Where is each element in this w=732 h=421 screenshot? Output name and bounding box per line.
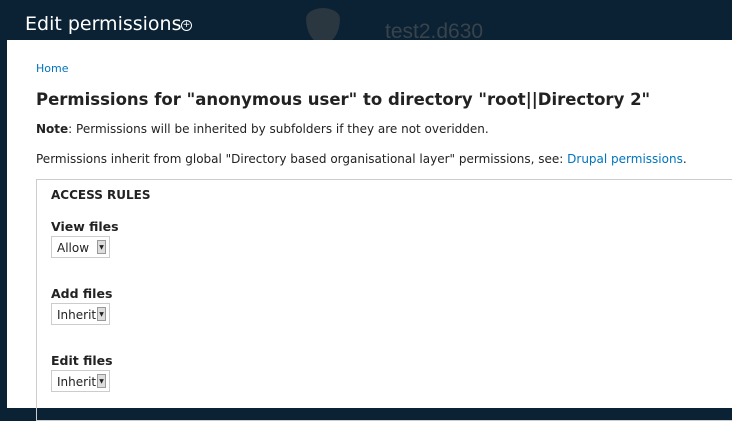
inherit-end: . — [682, 152, 687, 166]
chevron-down-icon: ▼ — [97, 307, 106, 321]
view-files-select[interactable]: Allow ▼ — [51, 236, 110, 258]
note: Note: Permissions will be inherited by s… — [36, 122, 489, 136]
add-files-select[interactable]: Inherit ▼ — [51, 303, 110, 325]
overlay-content: Home Permissions for "anonymous user" to… — [7, 40, 732, 421]
note-text: : Permissions will be inherited by subfo… — [68, 122, 489, 136]
note-label: Note — [36, 122, 69, 136]
view-files-label: View files — [51, 219, 119, 234]
access-rules-legend: ACCESS RULES — [51, 188, 151, 202]
inherit-info: Permissions inherit from global "Directo… — [36, 152, 687, 166]
drupal-logo-icon — [306, 8, 340, 44]
inherit-text: Permissions inherit from global "Directo… — [36, 152, 568, 166]
add-files-value: Inherit — [57, 308, 97, 322]
view-files-value: Allow — [57, 241, 90, 255]
edit-files-label: Edit files — [51, 353, 113, 368]
access-rules-fieldset: ACCESS RULES View files Allow ▼ Add files… — [36, 179, 732, 421]
edit-files-value: Inherit — [57, 375, 97, 389]
breadcrumb-home[interactable]: Home — [36, 62, 68, 75]
chevron-down-icon: ▼ — [97, 374, 106, 388]
add-files-label: Add files — [51, 286, 113, 301]
edit-files-select[interactable]: Inherit ▼ — [51, 370, 110, 392]
overlay-title: Edit permissions — [25, 13, 182, 35]
page-title: Permissions for "anonymous user" to dire… — [36, 90, 651, 109]
chevron-down-icon: ▼ — [97, 240, 106, 254]
add-shortcut-icon[interactable]: + — [181, 20, 192, 31]
toolbar-header: Edit permissions + test2.d630 — [0, 0, 732, 44]
drupal-permissions-link[interactable]: Drupal permissions — [567, 152, 683, 166]
